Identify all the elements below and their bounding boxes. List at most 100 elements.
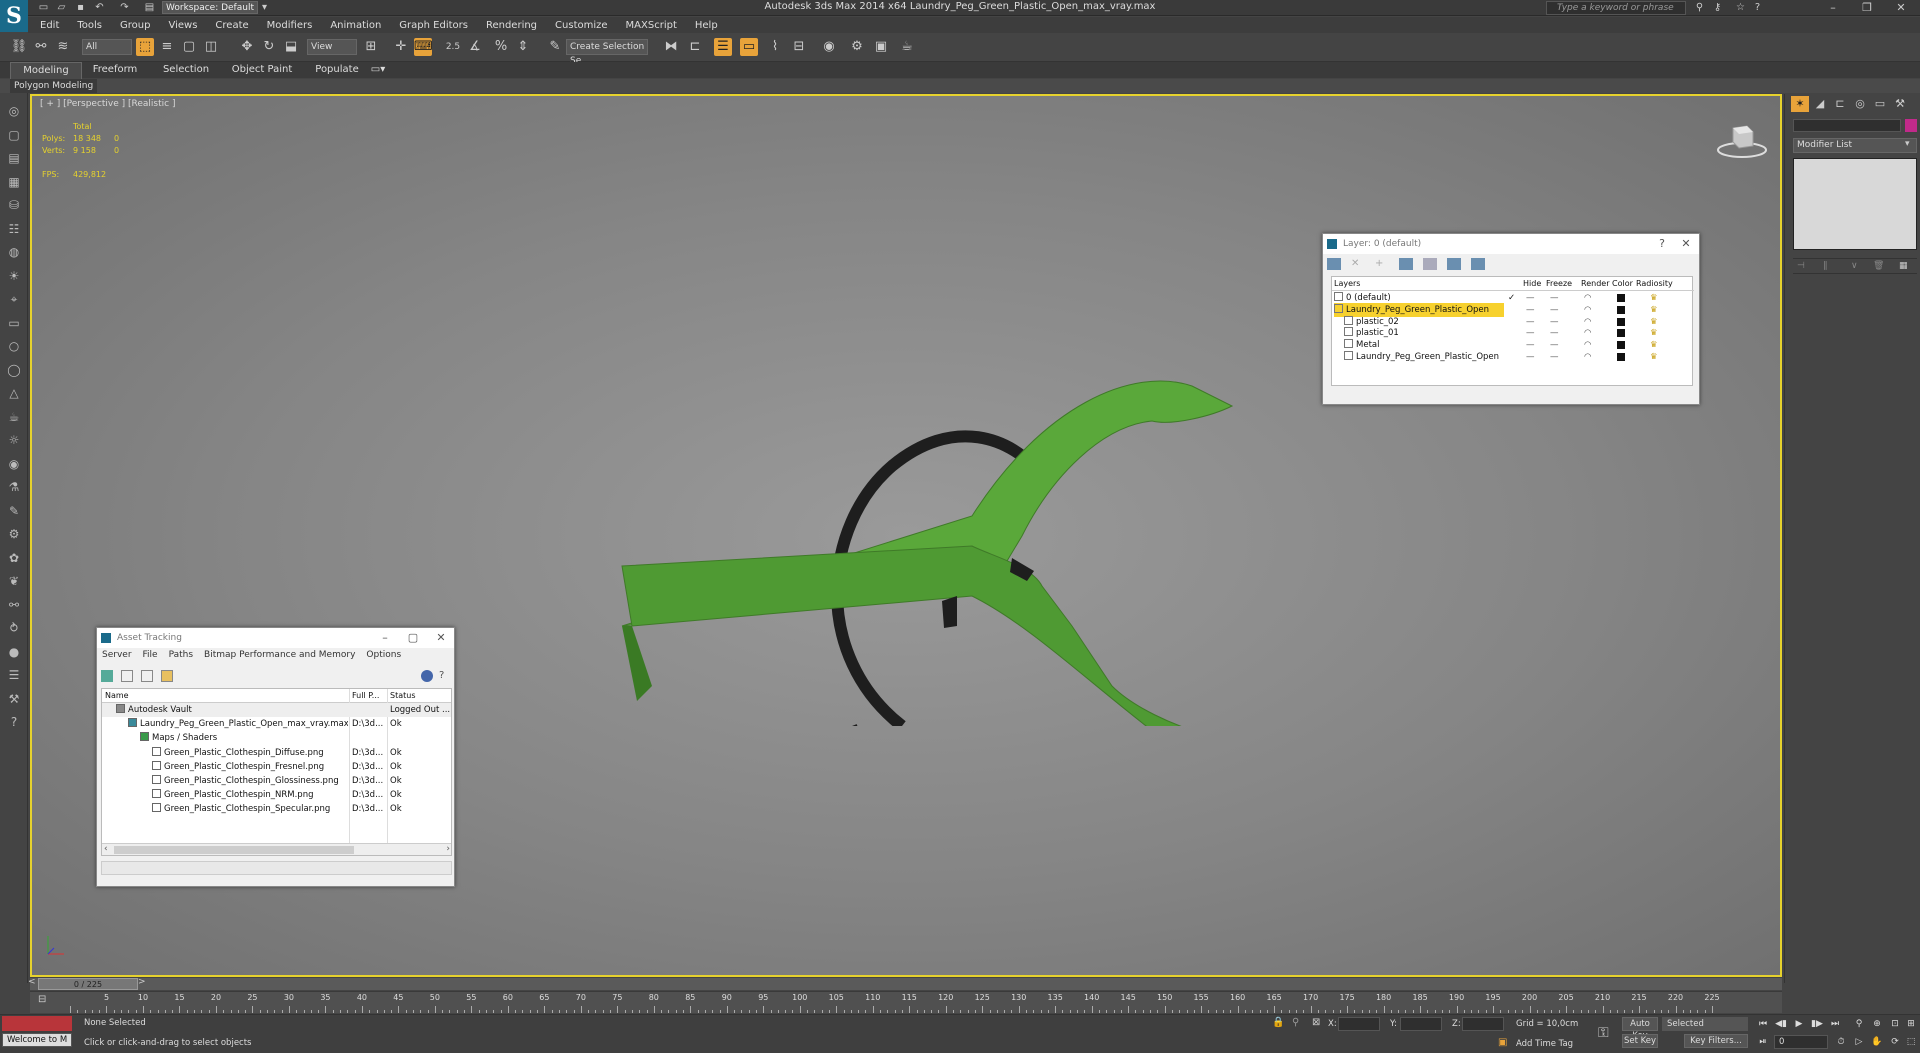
- z-coordinate-input[interactable]: [1462, 1017, 1504, 1031]
- container-icon[interactable]: ⛁: [6, 197, 22, 213]
- keyboard-shortcut-icon[interactable]: ⌨: [414, 38, 433, 56]
- pivot-icon[interactable]: ⊞: [362, 38, 380, 56]
- hide-all-icon[interactable]: [1447, 258, 1461, 270]
- modifier-list-dropdown[interactable]: Modifier List: [1793, 138, 1917, 153]
- layer-dialog[interactable]: Layer: 0 (default) ? ✕ ✕ + Layers Hide F…: [1322, 233, 1700, 405]
- radiosity-icon[interactable]: ♛: [1650, 350, 1664, 364]
- col-render[interactable]: Render: [1581, 279, 1609, 288]
- col-radiosity[interactable]: Radiosity: [1636, 279, 1673, 288]
- asset-row[interactable]: Green_Plastic_Clothespin_Diffuse.png D:\3…: [102, 746, 451, 760]
- polygon-modeling-panel[interactable]: Polygon Modeling: [10, 79, 98, 93]
- select-by-name-icon[interactable]: ≡: [158, 38, 176, 56]
- scroll-right-icon[interactable]: ›: [446, 844, 450, 854]
- layer-color-swatch[interactable]: [1617, 305, 1625, 314]
- pan-icon[interactable]: ✋: [1870, 1036, 1884, 1048]
- layer-row[interactable]: Laundry_Peg_Green_Plastic_Open — — ◠ ♛: [1332, 350, 1694, 364]
- track-bar[interactable]: 5 10 15 20 25 30 35 40 45 50 55 60 65 70 75 80 85 90 95 100…: [30, 991, 1782, 1013]
- time-config-icon[interactable]: ⏱: [1834, 1036, 1848, 1048]
- motion-tab-icon[interactable]: ◎: [1851, 96, 1869, 112]
- add-to-layer-icon[interactable]: +: [1375, 258, 1389, 270]
- asset-tracking-dialog[interactable]: Asset Tracking – ▢ ✕ Server File Paths Bitm…: [96, 627, 455, 887]
- hierarchy-tab-icon[interactable]: ⊏: [1831, 96, 1849, 112]
- material-editor-icon[interactable]: ◉: [820, 38, 838, 56]
- help-button[interactable]: ?: [1651, 234, 1673, 254]
- viewport-label[interactable]: [ + ] [Perspective ] [Realistic ]: [40, 99, 175, 109]
- create-tab-icon[interactable]: ✶: [1791, 96, 1809, 112]
- show-end-result-icon[interactable]: ∥: [1823, 261, 1828, 271]
- reference-coord-dropdown[interactable]: View: [307, 39, 357, 55]
- layer-color-swatch[interactable]: [1617, 294, 1625, 302]
- curve-editor-icon[interactable]: ⌇: [766, 38, 784, 56]
- settings-icon[interactable]: ⚒: [6, 691, 22, 707]
- x-coordinate-input[interactable]: [1338, 1017, 1380, 1031]
- minimize-button[interactable]: –: [1818, 0, 1848, 16]
- plant-icon[interactable]: ✿: [6, 550, 22, 566]
- maxscript-listener[interactable]: Welcome to M: [2, 1033, 72, 1047]
- key-mode-icon[interactable]: ⏯: [1756, 1036, 1770, 1048]
- mini-curve-editor-icon[interactable]: ⊟: [38, 994, 54, 1008]
- layer-color-swatch[interactable]: [1617, 341, 1625, 350]
- angle-snap-icon[interactable]: ∡: [466, 38, 484, 56]
- modifier-icon[interactable]: ⚙: [6, 526, 22, 542]
- asset-menu-paths[interactable]: Paths: [169, 648, 193, 662]
- menu-edit[interactable]: Edit: [40, 20, 59, 31]
- maximize-button[interactable]: ▢: [402, 628, 424, 648]
- object-name-input[interactable]: [1793, 119, 1901, 132]
- next-frame-button-icon[interactable]: ▮▶: [1810, 1018, 1824, 1030]
- close-button[interactable]: ✕: [1675, 234, 1697, 254]
- bind-space-warp-icon[interactable]: ≋: [54, 38, 72, 56]
- foliage-icon[interactable]: ❦: [6, 573, 22, 589]
- menu-tools[interactable]: Tools: [77, 20, 102, 31]
- select-in-layer-icon[interactable]: [1399, 258, 1413, 270]
- auto-key-button[interactable]: Auto Key: [1622, 1017, 1658, 1041]
- mirror-icon[interactable]: ⧓: [662, 38, 680, 56]
- zoom-extents-all-icon[interactable]: ⊞: [1904, 1018, 1918, 1030]
- maxscript-mini-listener[interactable]: [2, 1016, 72, 1031]
- rotate-icon[interactable]: ↻: [260, 38, 278, 56]
- asset-row[interactable]: Green_Plastic_Clothespin_Glossiness.png D…: [102, 774, 451, 788]
- grid-icon[interactable]: ▦: [6, 174, 22, 190]
- col-status[interactable]: Status: [390, 691, 416, 700]
- menu-views[interactable]: Views: [168, 20, 197, 31]
- zoom-extents-icon[interactable]: ⊡: [1888, 1018, 1902, 1030]
- previous-frame-icon[interactable]: ◀▮: [1774, 1018, 1788, 1030]
- absolute-mode-icon[interactable]: ⊠: [1312, 1017, 1320, 1028]
- key-filters-button[interactable]: Key Filters...: [1684, 1034, 1748, 1048]
- render-setup-icon[interactable]: ⚙: [848, 38, 866, 56]
- asset-row[interactable]: Autodesk Vault Logged Out ...: [102, 703, 451, 717]
- shape-icon[interactable]: ✎: [6, 503, 22, 519]
- play-icon[interactable]: ▶: [1792, 1018, 1806, 1030]
- add-time-tag[interactable]: Add Time Tag: [1516, 1039, 1573, 1049]
- modify-tab-icon[interactable]: ◢: [1811, 96, 1829, 112]
- go-to-end-icon[interactable]: ⏭: [1828, 1018, 1842, 1030]
- maximize-button[interactable]: ❐: [1852, 0, 1882, 16]
- spring-icon[interactable]: ⥁: [6, 620, 22, 636]
- window-crossing-icon[interactable]: ◫: [202, 38, 220, 56]
- freeze-toggle[interactable]: —: [1550, 350, 1564, 364]
- lock-icon[interactable]: 🔒: [1272, 1017, 1284, 1028]
- table-view-icon[interactable]: [161, 670, 173, 682]
- helper-icon[interactable]: ◍: [6, 244, 22, 260]
- utilities-tab-icon[interactable]: ⚒: [1891, 96, 1909, 112]
- isolate-icon[interactable]: ⚲: [1292, 1017, 1299, 1028]
- field-of-view-icon[interactable]: ▷: [1852, 1036, 1866, 1048]
- camera-icon[interactable]: ⌖: [6, 291, 22, 307]
- select-icon[interactable]: ▢: [6, 127, 22, 143]
- binoculars-icon[interactable]: ⚲: [1693, 1, 1706, 14]
- box-icon[interactable]: ▭: [6, 315, 22, 331]
- menu-help[interactable]: Help: [695, 20, 718, 31]
- scroll-left-icon[interactable]: ‹: [104, 844, 108, 854]
- asset-menu-options[interactable]: Options: [366, 648, 401, 662]
- chevron-down-icon[interactable]: ▾: [258, 1, 271, 14]
- chevron-down-icon[interactable]: ▾: [1905, 139, 1910, 149]
- snaps-toggle-icon[interactable]: 2.5: [444, 38, 462, 56]
- close-button[interactable]: ✕: [430, 628, 452, 648]
- menu-modifiers[interactable]: Modifiers: [267, 20, 313, 31]
- sun-icon[interactable]: ☼: [6, 432, 22, 448]
- move-icon[interactable]: ✥: [238, 38, 256, 56]
- tab-selection[interactable]: Selection: [150, 62, 222, 78]
- close-button[interactable]: ✕: [1886, 0, 1916, 16]
- asset-menu-bitmap-performance-and-memory[interactable]: Bitmap Performance and Memory: [204, 648, 355, 662]
- render-icon[interactable]: ●: [6, 644, 22, 660]
- asset-row[interactable]: Green_Plastic_Clothespin_Fresnel.png D:\3…: [102, 760, 451, 774]
